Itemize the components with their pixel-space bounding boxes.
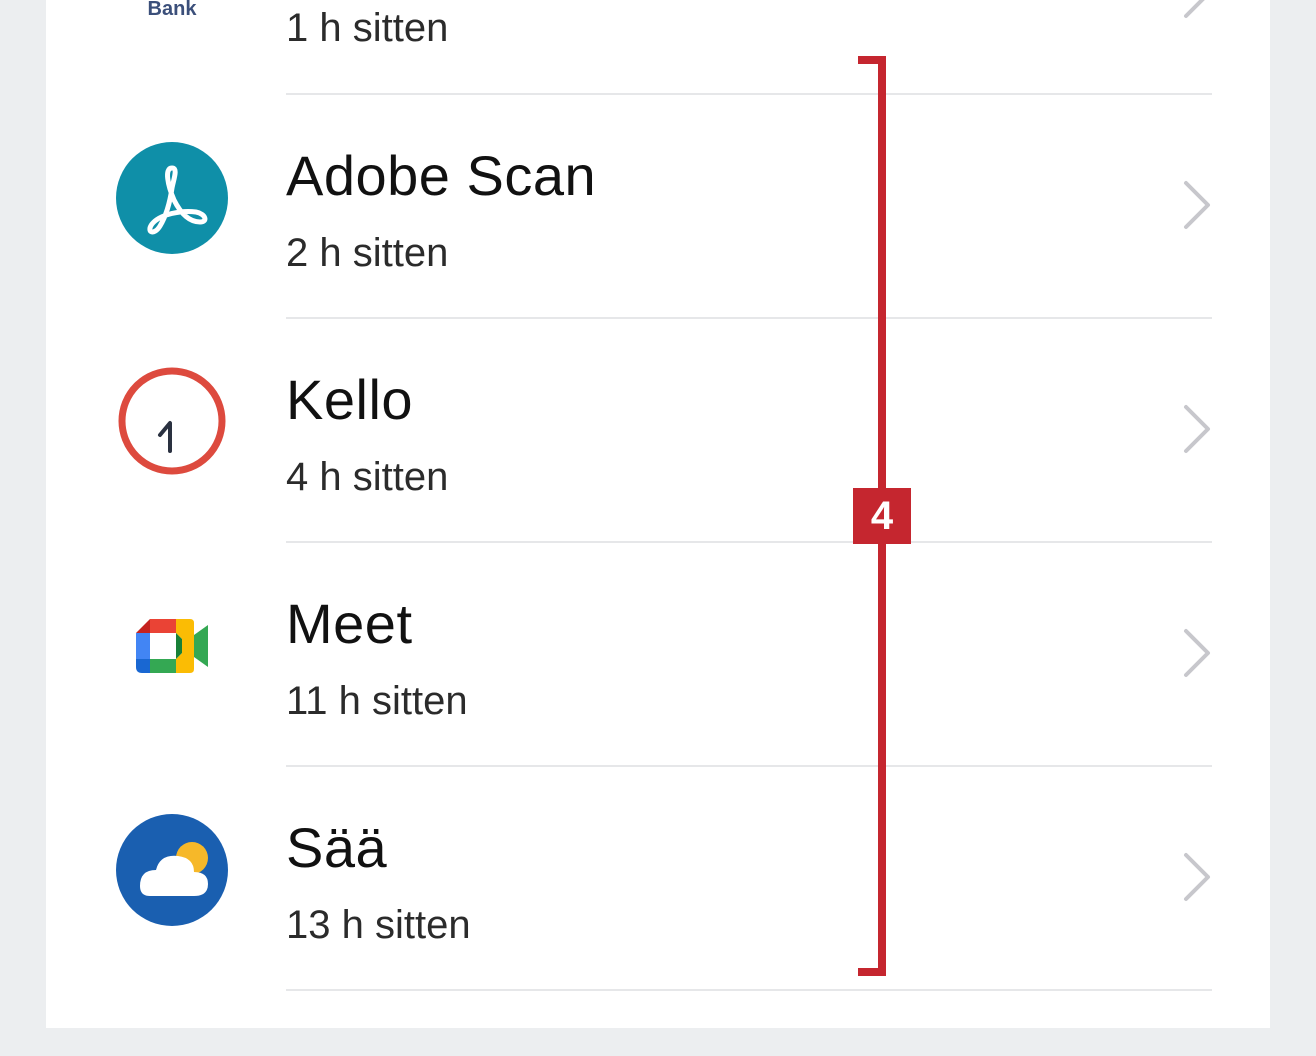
chevron-right-icon [1184, 0, 1205, 18]
item-title: Sää [286, 816, 388, 879]
list-item-adobe-scan[interactable]: Adobe Scan 2 h sitten [46, 95, 1270, 319]
bank-icon: Bank [116, 0, 228, 56]
divider [286, 989, 1212, 991]
weather-icon [116, 814, 228, 926]
list-item-meet[interactable]: Meet 11 h sitten [46, 543, 1270, 767]
list-item-kello[interactable]: Kello 4 h sitten [46, 319, 1270, 543]
item-time: 11 h sitten [286, 679, 468, 723]
item-title: Kello [286, 368, 414, 431]
item-time: 4 h sitten [286, 455, 449, 499]
item-title: Adobe Scan [286, 144, 597, 207]
list-item-saa[interactable]: Sää 13 h sitten [46, 767, 1270, 991]
chevron-right-icon [1184, 629, 1210, 677]
item-time: 1 h sitten [286, 6, 449, 50]
bank-icon-label: Bank [147, 0, 197, 20]
adobe-scan-icon [116, 142, 228, 254]
annotation-badge: 4 [853, 488, 911, 544]
item-title: Meet [286, 592, 413, 655]
google-meet-icon [116, 589, 228, 701]
item-time: 13 h sitten [286, 903, 471, 947]
chevron-right-icon [1184, 405, 1210, 453]
chevron-right-icon [1184, 181, 1210, 229]
clock-icon [116, 365, 228, 477]
chevron-right-icon [1184, 853, 1210, 901]
item-time: 2 h sitten [286, 231, 449, 275]
recent-apps-list: Bank 1 h sitten Adobe Scan 2 h sitten Ke… [46, 0, 1270, 1028]
